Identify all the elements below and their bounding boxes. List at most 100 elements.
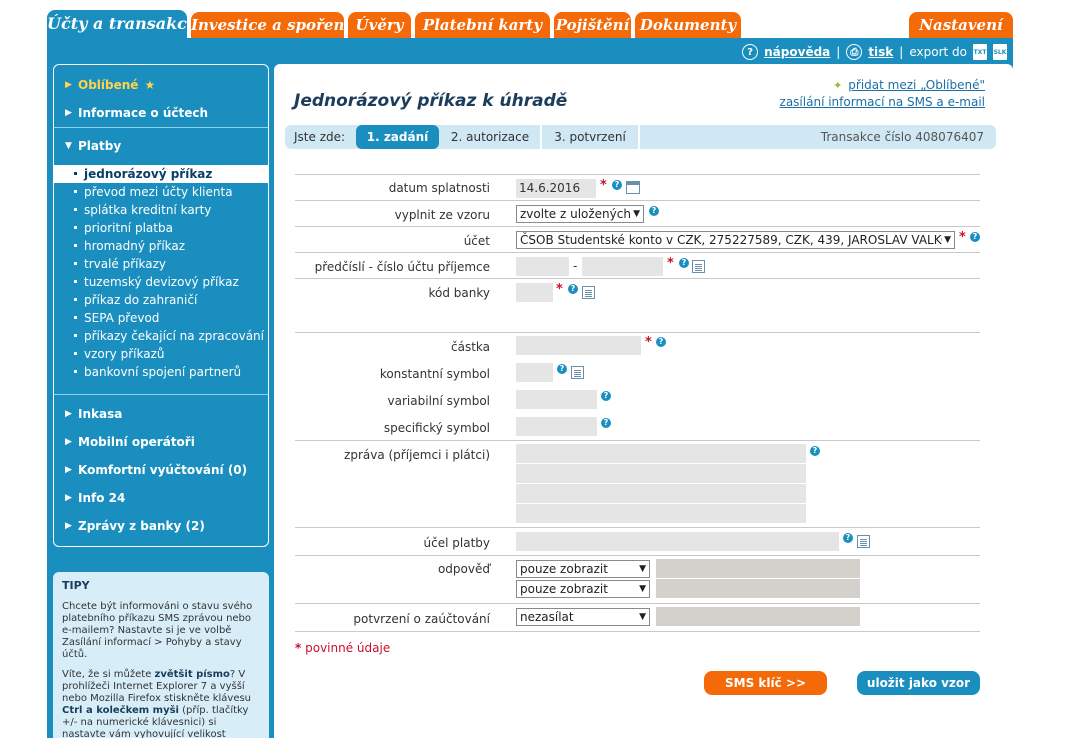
help-icon[interactable]: ? <box>601 391 611 401</box>
sidebar-subitem-transfer[interactable]: převod mezi účty klienta <box>54 183 268 201</box>
address-book-icon[interactable] <box>692 260 705 273</box>
sidebar-subitem-domestic-fx[interactable]: tuzemský devizový příkaz <box>54 273 268 291</box>
bullet <box>74 190 77 193</box>
sidebar-item-mobile-operators[interactable]: ▶ Mobilní operátoři <box>54 431 268 453</box>
help-icon[interactable]: ? <box>601 418 611 428</box>
sidebar-item-account-info[interactable]: ▶ Informace o účtech <box>54 102 268 124</box>
answer-select-2[interactable]: pouze zobrazit ▼ <box>516 580 650 598</box>
bullet <box>74 226 77 229</box>
tab-accounts-transactions[interactable]: Účty a transakce <box>47 10 197 38</box>
account-prefix-input[interactable] <box>516 257 569 276</box>
separator: | <box>899 45 904 59</box>
help-icon[interactable]: ? <box>557 364 567 374</box>
due-date-input[interactable]: 14.6.2016 <box>516 179 596 198</box>
sidebar-subitem-templates[interactable]: vzory příkazů <box>54 345 268 363</box>
save-template-button[interactable]: uložit jako vzor <box>857 671 980 695</box>
required-mark: * <box>959 230 966 245</box>
help-icon[interactable]: ? <box>656 337 666 347</box>
sidebar-subitem-bulk[interactable]: hromadný příkaz <box>54 237 268 255</box>
chevron-down-icon: ▼ <box>639 612 646 622</box>
account-number-input[interactable] <box>582 257 663 276</box>
bank-list-icon[interactable] <box>582 286 595 299</box>
page-title: Jednorázový příkaz k úhradě <box>294 91 568 111</box>
tips-paragraph: Chcete být informováni o stavu svého pla… <box>62 601 253 660</box>
answer-contact-2[interactable] <box>656 579 860 598</box>
confirmation-contact[interactable] <box>656 607 860 626</box>
tips-panel: TIPY Chcete být informováni o stavu svéh… <box>53 572 269 738</box>
row-answer: odpověď pouze zobrazit ▼ pouze zobrazit ▼ <box>295 555 980 603</box>
specific-symbol-input[interactable] <box>516 417 597 436</box>
sms-key-button[interactable]: SMS klíč >> <box>704 671 827 695</box>
help-icon[interactable]: ? <box>810 446 820 456</box>
bank-code-input[interactable] <box>516 283 553 302</box>
sidebar-subitem-credit-card[interactable]: splátka kreditní karty <box>54 201 268 219</box>
confirmation-label: potvrzení o zaúčtování <box>353 612 490 626</box>
sidebar-subitem-partners[interactable]: bankovní spojení partnerů <box>54 363 268 381</box>
sidebar-subitem-label: trvalé příkazy <box>84 257 167 271</box>
tab-investments[interactable]: Investice a spoření <box>191 12 350 38</box>
sidebar-item-comfort-billing[interactable]: ▶ Komfortní vyúčtování (0) <box>54 459 268 481</box>
help-icon[interactable]: ? <box>843 533 853 543</box>
sidebar-item-collections[interactable]: ▶ Inkasa <box>54 403 268 425</box>
variable-symbol-input[interactable] <box>516 390 597 409</box>
sms-email-link[interactable]: zasílání informací na SMS a e-mail <box>780 95 985 109</box>
answer-contact-1[interactable] <box>656 559 860 578</box>
sidebar-item-label: Oblíbené <box>78 78 139 92</box>
help-icon[interactable]: ? <box>679 258 689 268</box>
amount-input[interactable] <box>516 336 641 355</box>
sidebar-subitem-priority[interactable]: prioritní platba <box>54 219 268 237</box>
template-select[interactable]: zvolte z uložených ▼ <box>516 205 644 223</box>
sidebar-item-info24[interactable]: ▶ Info 24 <box>54 487 268 509</box>
confirmation-select[interactable]: nezasílat ▼ <box>516 608 650 626</box>
message-line-1-input[interactable] <box>516 444 806 463</box>
constant-symbol-input[interactable] <box>516 363 553 382</box>
help-icon[interactable]: ? <box>970 232 980 242</box>
arrow-right-icon: ▶ <box>65 80 72 90</box>
sidebar: ▶ Oblíbené ★ ▶ Informace o účtech ▼ Platb… <box>53 64 269 547</box>
step-indicator: Jste zde: 1. zadání 2. autorizace 3. pot… <box>285 125 996 149</box>
tab-insurance[interactable]: Pojištění <box>554 12 631 38</box>
message-line-3-input[interactable] <box>516 484 806 503</box>
utility-bar: ? nápověda | ⎙ tisk | export do TXT SLK <box>742 43 1007 61</box>
sidebar-item-label: Komfortní vyúčtování (0) <box>78 463 248 477</box>
sidebar-subitem-sepa[interactable]: SEPA převod <box>54 309 268 327</box>
add-favorite-link[interactable]: přidat mezi „Oblíbené" <box>848 78 985 92</box>
bullet <box>74 280 77 283</box>
purpose-label: účel platby <box>423 536 490 550</box>
help-icon[interactable]: ? <box>612 180 622 190</box>
help-icon[interactable]: ? <box>649 206 659 216</box>
sidebar-subitem-foreign[interactable]: příkaz do zahraničí <box>54 291 268 309</box>
bullet <box>74 208 77 211</box>
step-authorization: 2. autorizace <box>450 130 530 144</box>
help-icon[interactable]: ? <box>568 284 578 294</box>
sidebar-subitem-single-order[interactable]: jednorázový příkaz <box>54 165 268 183</box>
symbol-list-icon[interactable] <box>571 366 584 379</box>
purpose-input[interactable] <box>516 532 839 551</box>
chevron-down-icon: ▼ <box>639 584 646 594</box>
message-line-2-input[interactable] <box>516 464 806 483</box>
message-line-4-input[interactable] <box>516 504 806 523</box>
export-slk-icon[interactable]: SLK <box>993 44 1007 60</box>
tab-settings[interactable]: Nastavení <box>909 12 1013 38</box>
sidebar-subitem-label: příkaz do zahraničí <box>84 293 198 307</box>
purpose-list-icon[interactable] <box>857 535 870 548</box>
account-select[interactable]: ČSOB Studentské konto v CZK, 275227589, … <box>516 231 955 249</box>
tips-paragraph: Víte, že si můžete zvětšit písmo? V proh… <box>62 669 252 738</box>
sidebar-item-favorites[interactable]: ▶ Oblíbené ★ <box>54 74 268 96</box>
amount-label: částka <box>451 340 490 354</box>
sidebar-item-bank-messages[interactable]: ▶ Zprávy z banky (2) <box>54 515 268 537</box>
tab-loans[interactable]: Úvěry <box>348 12 411 38</box>
tab-payment-cards[interactable]: Platební karty <box>415 12 550 38</box>
divider <box>638 125 640 149</box>
sidebar-subitem-standing[interactable]: trvalé příkazy <box>54 255 268 273</box>
sidebar-subitem-pending[interactable]: příkazy čekající na zpracování <box>54 327 268 345</box>
export-txt-icon[interactable]: TXT <box>973 44 987 60</box>
row-recipient-account: předčíslí - číslo účtu příjemce - * ? <box>295 252 980 278</box>
help-link[interactable]: nápověda <box>764 45 830 59</box>
sidebar-item-payments[interactable]: ▼ Platby <box>54 135 268 157</box>
answer-select-1[interactable]: pouze zobrazit ▼ <box>516 560 650 578</box>
tab-documents[interactable]: Dokumenty <box>635 12 741 38</box>
print-link[interactable]: tisk <box>868 45 893 59</box>
required-mark: * <box>645 335 652 350</box>
calendar-icon[interactable] <box>626 181 640 194</box>
